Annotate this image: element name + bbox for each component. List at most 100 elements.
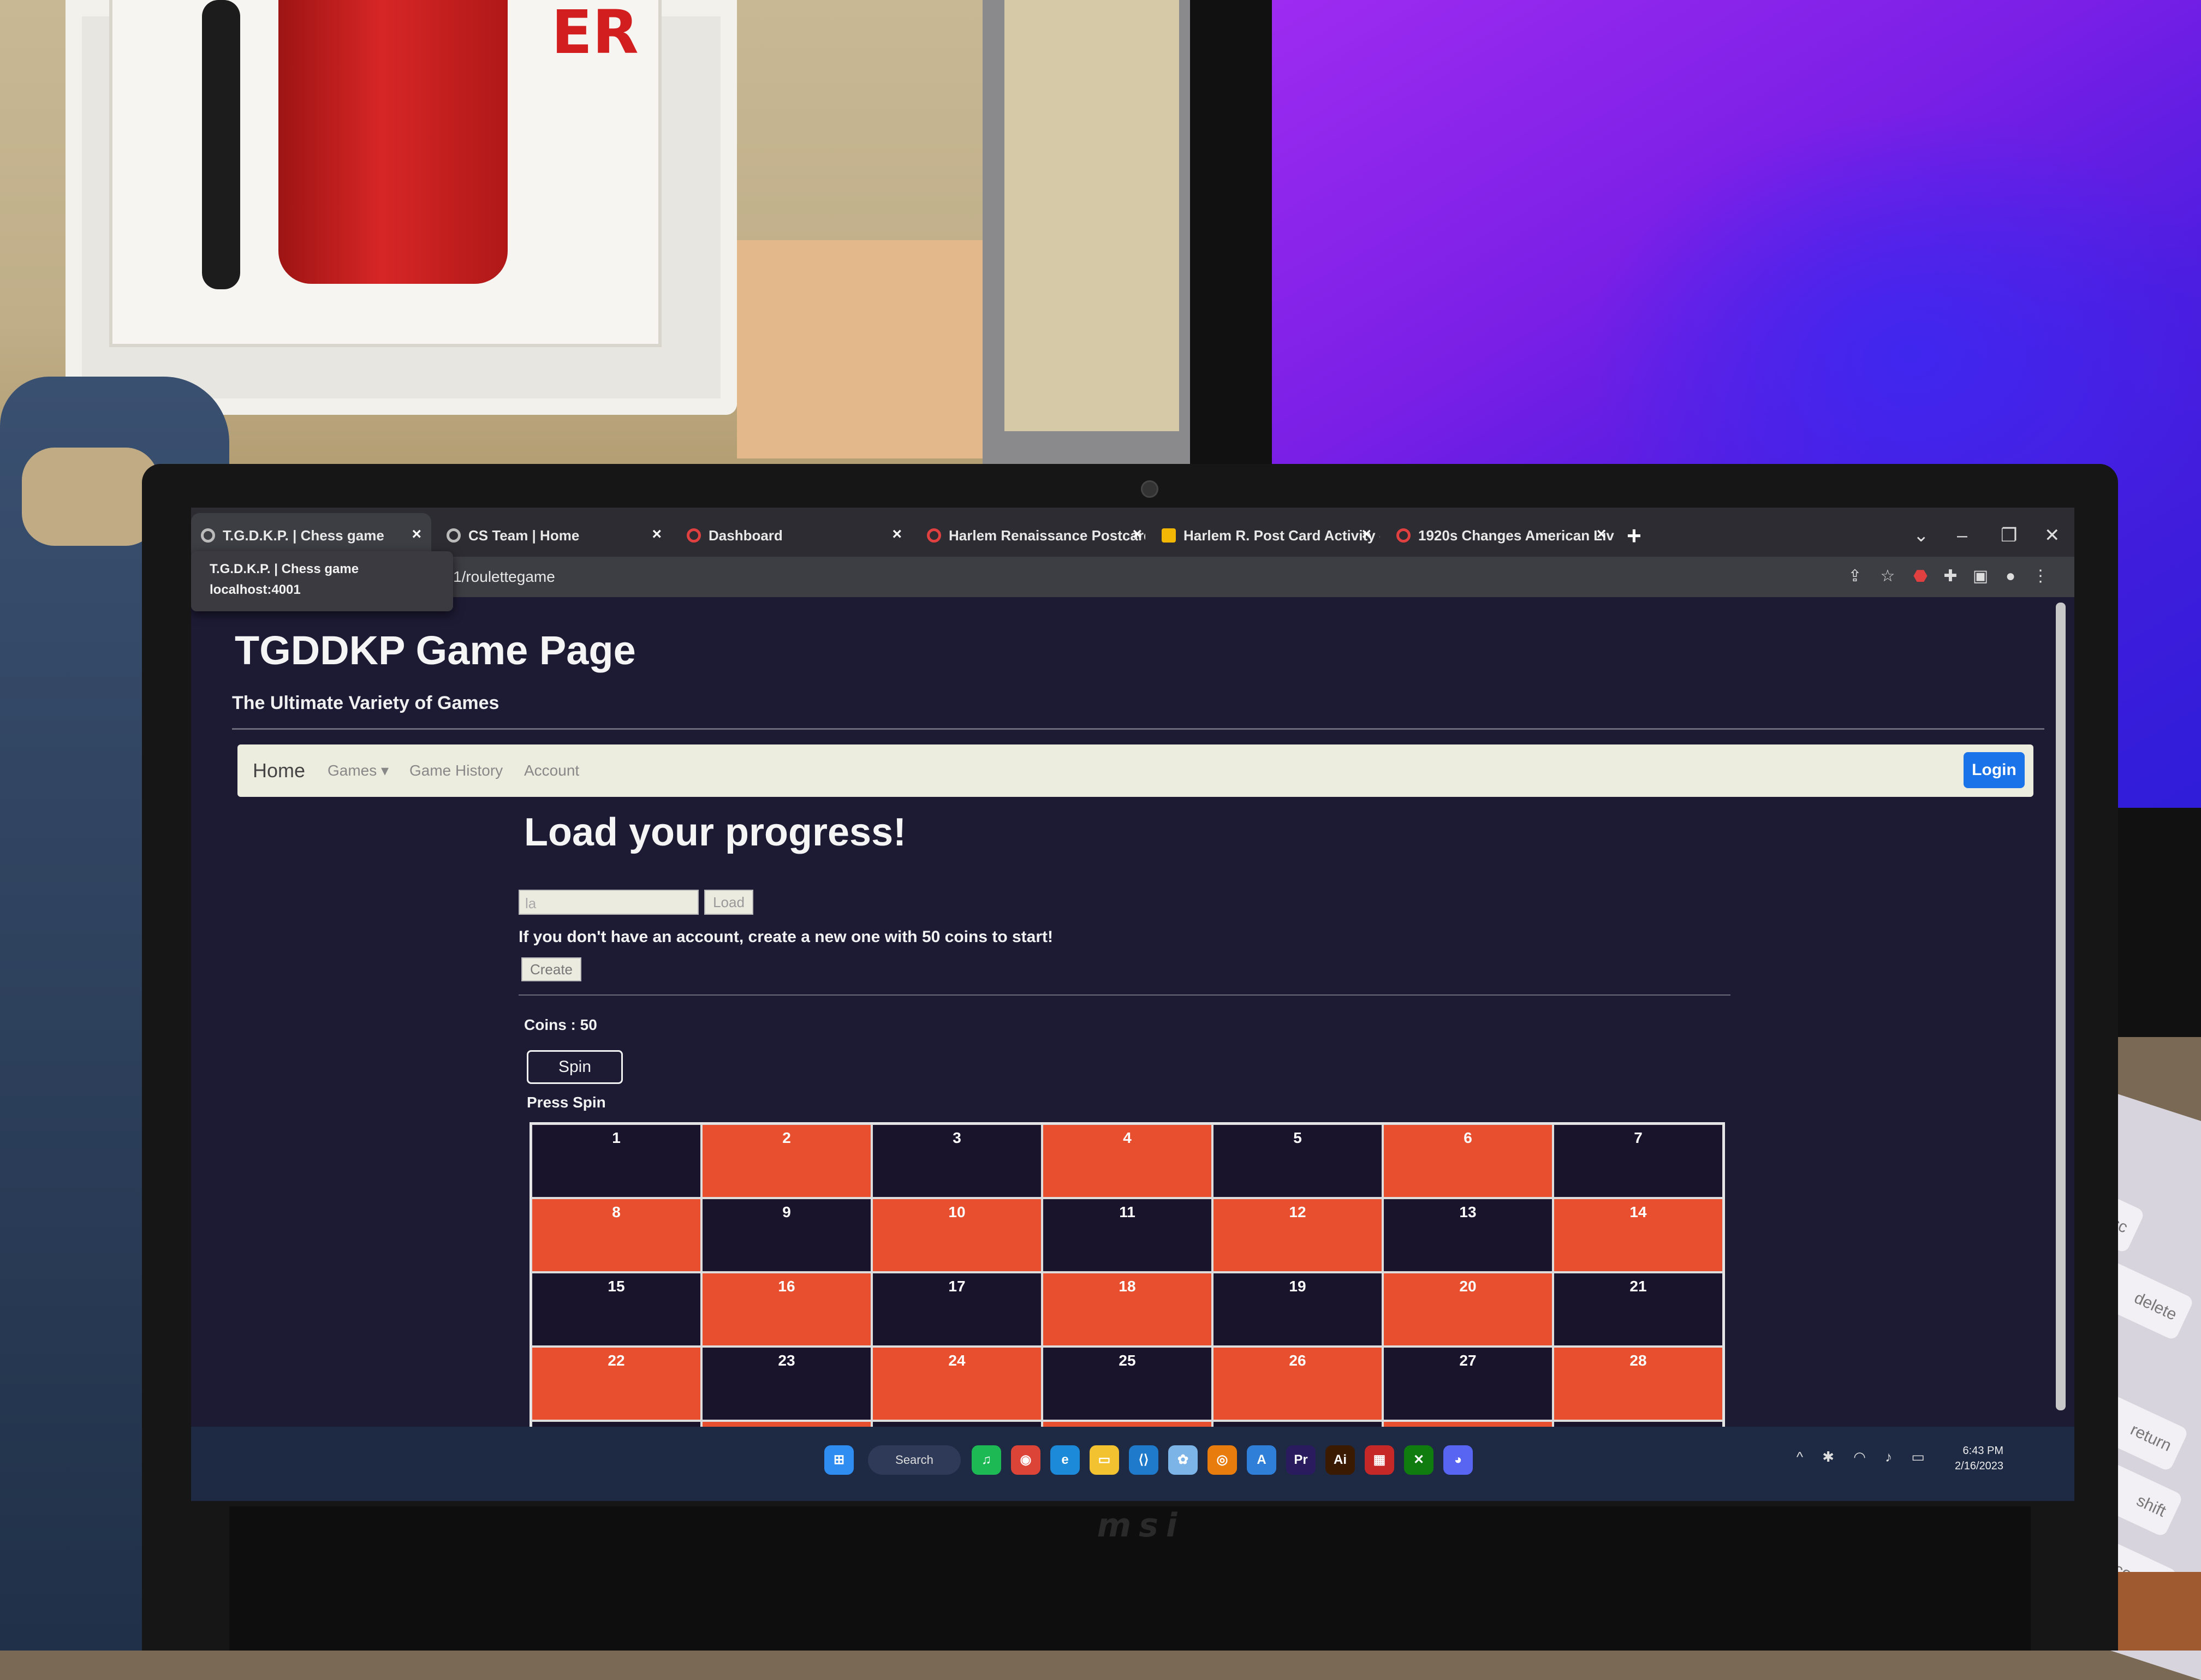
load-button[interactable]: Load bbox=[704, 890, 753, 915]
roulette-cell[interactable]: 7 bbox=[1553, 1124, 1723, 1198]
roulette-cell[interactable]: 11 bbox=[1042, 1198, 1212, 1272]
roulette-cell[interactable]: 3 bbox=[872, 1124, 1042, 1198]
taskbar-search[interactable]: Search bbox=[868, 1445, 961, 1475]
tab-label: Harlem R. Post Card Activity - Gc bbox=[1183, 527, 1380, 544]
close-tab-icon[interactable]: × bbox=[652, 513, 662, 556]
edge-icon[interactable]: e bbox=[1050, 1445, 1080, 1475]
scroll-thumb[interactable] bbox=[2056, 603, 2066, 1410]
adblock-icon[interactable]: ⬣ bbox=[1911, 567, 1930, 586]
restore-button[interactable]: ❐ bbox=[2001, 514, 2017, 557]
url-field[interactable]: 1/roulettegame bbox=[453, 564, 555, 589]
tab-1920s-changes[interactable]: 1920s Changes American Lives : × bbox=[1387, 513, 1616, 556]
discord-icon[interactable]: ◕ bbox=[1443, 1445, 1473, 1475]
roulette-cell[interactable]: 28 bbox=[1553, 1347, 1723, 1421]
nav-home[interactable]: Home bbox=[253, 744, 305, 797]
roulette-cell[interactable]: 13 bbox=[1383, 1198, 1553, 1272]
illustrator-icon[interactable]: Ai bbox=[1325, 1445, 1355, 1475]
azure-icon[interactable]: A bbox=[1247, 1445, 1276, 1475]
profile-icon[interactable]: ● bbox=[2001, 567, 2020, 586]
username-input[interactable]: la bbox=[519, 890, 699, 915]
roulette-cell[interactable]: 24 bbox=[872, 1347, 1042, 1421]
system-tray[interactable]: ^ ✱ ◠ ♪ ▭ bbox=[1797, 1449, 1932, 1465]
taskbar-clock[interactable]: 6:43 PM 2/16/2023 bbox=[1955, 1443, 2003, 1474]
roulette-cell[interactable]: 20 bbox=[1383, 1272, 1553, 1347]
tab-dashboard[interactable]: Dashboard × bbox=[677, 513, 912, 556]
tab-cs-team-home[interactable]: CS Team | Home × bbox=[437, 513, 671, 556]
star-icon[interactable]: ☆ bbox=[1878, 567, 1897, 586]
close-window-button[interactable]: ✕ bbox=[2044, 514, 2060, 557]
nav-account[interactable]: Account bbox=[524, 744, 579, 797]
roulette-cell[interactable]: 2 bbox=[701, 1124, 872, 1198]
file-explorer-icon[interactable]: ▭ bbox=[1090, 1445, 1119, 1475]
door-panel bbox=[1004, 0, 1179, 431]
roulette-cell[interactable]: 15 bbox=[531, 1272, 701, 1347]
clock-time: 6:43 PM bbox=[1962, 1445, 2003, 1457]
roulette-cell[interactable]: 8 bbox=[531, 1198, 701, 1272]
roulette-cell[interactable]: 9 bbox=[701, 1198, 872, 1272]
divider bbox=[232, 728, 2044, 730]
roulette-cell[interactable]: 12 bbox=[1212, 1198, 1383, 1272]
tab-harlem-postcard[interactable]: Harlem Renaissance Postcard Ac × bbox=[917, 513, 1152, 556]
minimize-button[interactable]: – bbox=[1957, 514, 1967, 557]
laptop-screen: T.G.D.K.P. | Chess game × CS Team | Home… bbox=[191, 508, 2074, 1501]
menu-icon[interactable]: ⋮ bbox=[2031, 567, 2050, 586]
canvas-icon bbox=[1396, 528, 1411, 543]
extensions-icon[interactable]: ✚ bbox=[1941, 567, 1960, 586]
tab-harlem-post-card-activity[interactable]: Harlem R. Post Card Activity - Gc × bbox=[1152, 513, 1381, 556]
divider bbox=[519, 994, 1730, 996]
tab-chess-game[interactable]: T.G.D.K.P. | Chess game × bbox=[191, 513, 431, 556]
nav-games-dropdown[interactable]: Games ▾ bbox=[328, 744, 389, 797]
page-title: TGDDKP Game Page bbox=[235, 628, 636, 673]
roulette-cell[interactable]: 25 bbox=[1042, 1347, 1212, 1421]
roulette-cell[interactable]: 22 bbox=[531, 1347, 701, 1421]
blender-icon[interactable]: ◎ bbox=[1207, 1445, 1237, 1475]
tab-tooltip: T.G.D.K.P. | Chess game localhost:4001 bbox=[191, 551, 453, 611]
navbar: Home Games ▾ Game History Account Login bbox=[237, 744, 2033, 797]
close-tab-icon[interactable]: × bbox=[1132, 513, 1142, 556]
new-tab-button[interactable]: + bbox=[1627, 514, 1641, 557]
roulette-cell[interactable]: 6 bbox=[1383, 1124, 1553, 1198]
web-page: TGDDKP Game Page The Ultimate Variety of… bbox=[191, 597, 2047, 1495]
load-progress-heading: Load your progress! bbox=[524, 811, 907, 854]
spotify-icon[interactable]: ♫ bbox=[972, 1445, 1001, 1475]
roulette-cell[interactable]: 26 bbox=[1212, 1347, 1383, 1421]
tab-search-icon[interactable]: ⌄ bbox=[1913, 514, 1929, 557]
roulette-cell[interactable]: 27 bbox=[1383, 1347, 1553, 1421]
start-icon[interactable]: ⊞ bbox=[824, 1445, 854, 1475]
canvas-icon bbox=[687, 528, 701, 543]
close-tab-icon[interactable]: × bbox=[1361, 513, 1371, 556]
roulette-cell[interactable]: 19 bbox=[1212, 1272, 1383, 1347]
chrome-icon[interactable]: ◉ bbox=[1011, 1445, 1040, 1475]
sidebar-icon[interactable]: ▣ bbox=[1971, 567, 1990, 586]
roulette-cell[interactable]: 17 bbox=[872, 1272, 1042, 1347]
roulette-cell[interactable]: 10 bbox=[872, 1198, 1042, 1272]
app-icon[interactable]: ▦ bbox=[1365, 1445, 1394, 1475]
close-tab-icon[interactable]: × bbox=[1596, 513, 1606, 556]
roulette-cell[interactable]: 5 bbox=[1212, 1124, 1383, 1198]
roulette-cell[interactable]: 1 bbox=[531, 1124, 701, 1198]
tab-label: CS Team | Home bbox=[468, 527, 580, 544]
roulette-cell[interactable]: 21 bbox=[1553, 1272, 1723, 1347]
premiere-icon[interactable]: Pr bbox=[1286, 1445, 1316, 1475]
login-button[interactable]: Login bbox=[1964, 752, 2025, 788]
roulette-cell[interactable]: 16 bbox=[701, 1272, 872, 1347]
roulette-cell[interactable]: 23 bbox=[701, 1347, 872, 1421]
spin-button[interactable]: Spin bbox=[527, 1050, 623, 1084]
create-account-message: If you don't have an account, create a n… bbox=[519, 928, 1053, 946]
roulette-cell[interactable]: 18 bbox=[1042, 1272, 1212, 1347]
xbox-icon[interactable]: ✕ bbox=[1404, 1445, 1433, 1475]
extinguisher-hose bbox=[202, 0, 240, 289]
paint-icon[interactable]: ✿ bbox=[1168, 1445, 1198, 1475]
globe-icon bbox=[447, 528, 461, 543]
globe-icon bbox=[201, 528, 215, 543]
vscode-icon[interactable]: ⟨⟩ bbox=[1129, 1445, 1158, 1475]
fire-extinguisher bbox=[278, 0, 508, 284]
close-tab-icon[interactable]: × bbox=[892, 513, 902, 556]
close-tab-icon[interactable]: × bbox=[412, 513, 421, 556]
nav-game-history[interactable]: Game History bbox=[409, 744, 503, 797]
create-button[interactable]: Create bbox=[521, 957, 581, 981]
page-scrollbar[interactable] bbox=[2047, 597, 2074, 1427]
roulette-cell[interactable]: 4 bbox=[1042, 1124, 1212, 1198]
share-icon[interactable]: ⇪ bbox=[1845, 567, 1865, 586]
roulette-cell[interactable]: 14 bbox=[1553, 1198, 1723, 1272]
